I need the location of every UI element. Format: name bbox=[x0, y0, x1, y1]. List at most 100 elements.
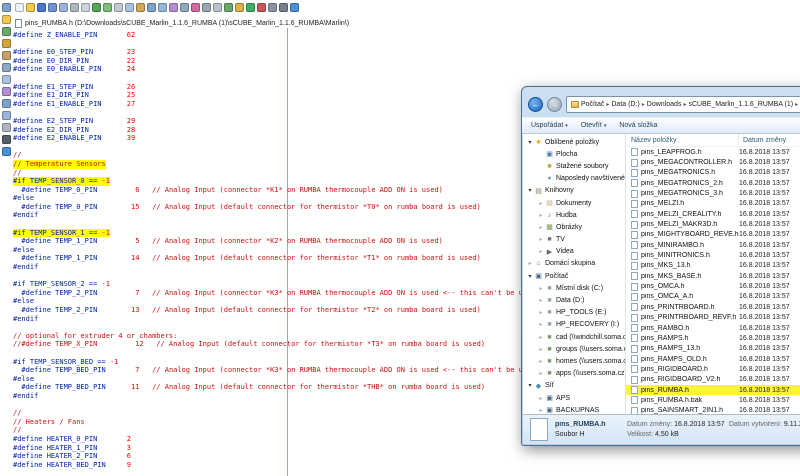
print-icon[interactable] bbox=[70, 3, 79, 12]
expander-open-icon[interactable]: ▾ bbox=[526, 139, 534, 146]
file-row[interactable]: pins_MINITRONICS.h16.8.2018 13:57 bbox=[626, 250, 800, 260]
tree-item[interactable]: ▸■cad (\\windchill.soma.cz) bbox=[523, 331, 625, 343]
tree-item[interactable]: ▸■HP_TOOLS (E:) bbox=[523, 307, 625, 319]
project-panel-icon[interactable] bbox=[2, 3, 11, 12]
tree-item[interactable]: ▸■Data (D:) bbox=[523, 294, 625, 306]
syntax-icon[interactable] bbox=[235, 3, 244, 12]
cut-icon[interactable] bbox=[114, 3, 123, 12]
breadcrumb-segment[interactable]: sCUBE_Marlin_1.1.6_RUMBA (1) bbox=[688, 101, 793, 108]
tree-item[interactable]: ▾▣Počítač bbox=[523, 270, 625, 282]
file-row[interactable]: pins_PRINTRBOARD_REVF.h16.8.2018 13:57 bbox=[626, 313, 800, 323]
tree-item[interactable]: ▸■Místní disk (C:) bbox=[523, 282, 625, 294]
code-explorer-icon[interactable] bbox=[2, 63, 11, 72]
expander-closed-icon[interactable]: ▸ bbox=[537, 224, 545, 231]
expander-closed-icon[interactable]: ▸ bbox=[537, 236, 545, 243]
file-row[interactable]: pins_RAMPS_13.h16.8.2018 13:57 bbox=[626, 344, 800, 354]
file-row[interactable]: pins_SAINSMART_2IN1.h16.8.2018 13:57 bbox=[626, 406, 800, 414]
tree-item[interactable]: ▸▣BACKUPNAS bbox=[523, 404, 625, 414]
file-row[interactable]: pins_MKS_13.h16.8.2018 13:57 bbox=[626, 261, 800, 271]
ftp-icon[interactable] bbox=[2, 27, 11, 36]
expander-open-icon[interactable]: ▾ bbox=[526, 273, 534, 280]
file-explorer-icon[interactable] bbox=[2, 15, 11, 24]
tree-item[interactable]: ▾★Oblíbené položky bbox=[523, 136, 625, 148]
breadcrumb-segment[interactable]: Data (D:) bbox=[611, 101, 639, 108]
new-file-icon[interactable] bbox=[15, 3, 24, 12]
open-file-icon[interactable] bbox=[26, 3, 35, 12]
tree-item[interactable]: ▾▤Knihovny bbox=[523, 185, 625, 197]
expander-closed-icon[interactable]: ▸ bbox=[537, 370, 545, 377]
address-bar[interactable]: Počítač▸Data (D:)▸Downloads▸sCUBE_Marlin… bbox=[566, 96, 800, 113]
file-row[interactable]: pins_MIGHTYBOARD_REVE.h16.8.2018 13:57 bbox=[626, 230, 800, 240]
favorites-icon[interactable] bbox=[2, 39, 11, 48]
search-panel-icon[interactable] bbox=[2, 99, 11, 108]
file-row[interactable]: pins_RAMPS.h16.8.2018 13:57 bbox=[626, 333, 800, 343]
terminal-icon[interactable] bbox=[2, 135, 11, 144]
expander-closed-icon[interactable]: ▸ bbox=[537, 297, 545, 304]
expander-closed-icon[interactable]: ▸ bbox=[537, 395, 545, 402]
indent-icon[interactable] bbox=[202, 3, 211, 12]
tree-item[interactable]: ▣Plocha bbox=[523, 148, 625, 160]
save-icon[interactable] bbox=[37, 3, 46, 12]
tree-item[interactable]: ●Naposledy navštívené bbox=[523, 173, 625, 185]
expander-closed-icon[interactable]: ▸ bbox=[537, 346, 545, 353]
expander-closed-icon[interactable]: ▸ bbox=[537, 212, 545, 219]
expander-closed-icon[interactable]: ▸ bbox=[537, 321, 545, 328]
expander-closed-icon[interactable]: ▸ bbox=[526, 260, 534, 267]
tree-item[interactable]: ▸▤Dokumenty bbox=[523, 197, 625, 209]
editor-tab[interactable]: pins_RUMBA.h (D:\Downloads\sCUBE_Marlin_… bbox=[15, 18, 349, 29]
file-row[interactable]: pins_OMCA.h16.8.2018 13:57 bbox=[626, 281, 800, 291]
tree-item[interactable]: ▸▣APS bbox=[523, 392, 625, 404]
file-row[interactable]: pins_MELZI_MAKR3D.h16.8.2018 13:57 bbox=[626, 219, 800, 229]
forward-button[interactable]: → bbox=[547, 97, 562, 112]
save-all-icon[interactable] bbox=[48, 3, 57, 12]
tree-item[interactable]: ▸■groups (\\users.soma.cz) bbox=[523, 343, 625, 355]
file-row[interactable]: pins_LEAPFROG.h16.8.2018 13:57 bbox=[626, 147, 800, 157]
file-row[interactable]: pins_RUMBA.h16.8.2018 13:57 bbox=[626, 385, 800, 395]
tree-item[interactable]: ■Stažené soubory bbox=[523, 160, 625, 172]
file-row[interactable]: pins_MKS_BASE.h16.8.2018 13:57 bbox=[626, 271, 800, 281]
help-icon[interactable] bbox=[290, 3, 299, 12]
find-next-icon[interactable] bbox=[158, 3, 167, 12]
file-row[interactable]: pins_MELZI.h16.8.2018 13:57 bbox=[626, 199, 800, 209]
tree-item[interactable]: ▸▶Videa bbox=[523, 246, 625, 258]
tree-item[interactable]: ▸■homes (\\users.soma.cz) bbox=[523, 355, 625, 367]
organize-button[interactable]: Uspořádat ▾ bbox=[531, 122, 568, 129]
diff-icon[interactable] bbox=[2, 111, 11, 120]
replace-icon[interactable] bbox=[169, 3, 178, 12]
compile-icon[interactable] bbox=[257, 3, 266, 12]
file-row[interactable]: pins_MEGATRONICS.h16.8.2018 13:57 bbox=[626, 168, 800, 178]
breadcrumb-segment[interactable]: Počítač bbox=[581, 101, 604, 108]
expander-closed-icon[interactable]: ▸ bbox=[537, 407, 545, 414]
file-row[interactable]: pins_RAMPS_OLD.h16.8.2018 13:57 bbox=[626, 354, 800, 364]
file-row[interactable]: pins_MELZI_CREALITY.h16.8.2018 13:57 bbox=[626, 209, 800, 219]
undo-icon[interactable] bbox=[92, 3, 101, 12]
file-row[interactable]: pins_RAMBO.h16.8.2018 13:57 bbox=[626, 323, 800, 333]
tools-icon[interactable] bbox=[268, 3, 277, 12]
settings-icon[interactable] bbox=[279, 3, 288, 12]
breadcrumb-segment[interactable]: Downloads bbox=[647, 101, 682, 108]
clipboard-icon[interactable] bbox=[2, 51, 11, 60]
macros-icon[interactable] bbox=[2, 87, 11, 96]
tree-item[interactable]: ▸⌂Domácí skupina bbox=[523, 258, 625, 270]
open-button[interactable]: Otevřít ▾ bbox=[581, 122, 607, 129]
expander-closed-icon[interactable]: ▸ bbox=[537, 248, 545, 255]
unindent-icon[interactable] bbox=[213, 3, 222, 12]
tree-item[interactable]: ▸■HP_RECOVERY (I:) bbox=[523, 319, 625, 331]
reopen-icon[interactable] bbox=[59, 3, 68, 12]
find-icon[interactable] bbox=[147, 3, 156, 12]
help-panel-icon[interactable] bbox=[2, 147, 11, 156]
file-row[interactable]: pins_MEGACONTROLLER.h16.8.2018 13:57 bbox=[626, 157, 800, 167]
file-row[interactable]: pins_MINIRAMBO.h16.8.2018 13:57 bbox=[626, 240, 800, 250]
file-row[interactable]: pins_MEGATRONICS_2.h16.8.2018 13:57 bbox=[626, 178, 800, 188]
expander-closed-icon[interactable]: ▸ bbox=[537, 334, 545, 341]
tree-item[interactable]: ▸■apps (\\users.soma.cz) bbox=[523, 368, 625, 380]
copy-icon[interactable] bbox=[125, 3, 134, 12]
expander-open-icon[interactable]: ▾ bbox=[526, 187, 534, 194]
goto-line-icon[interactable] bbox=[180, 3, 189, 12]
expander-closed-icon[interactable]: ▸ bbox=[537, 285, 545, 292]
paste-icon[interactable] bbox=[136, 3, 145, 12]
file-row[interactable]: pins_OMCA_A.h16.8.2018 13:57 bbox=[626, 292, 800, 302]
file-row[interactable]: pins_RIGIDBOARD_V2.h16.8.2018 13:57 bbox=[626, 375, 800, 385]
tree-item[interactable]: ▾◆Síť bbox=[523, 380, 625, 392]
tree-item[interactable]: ▸♪Hudba bbox=[523, 209, 625, 221]
